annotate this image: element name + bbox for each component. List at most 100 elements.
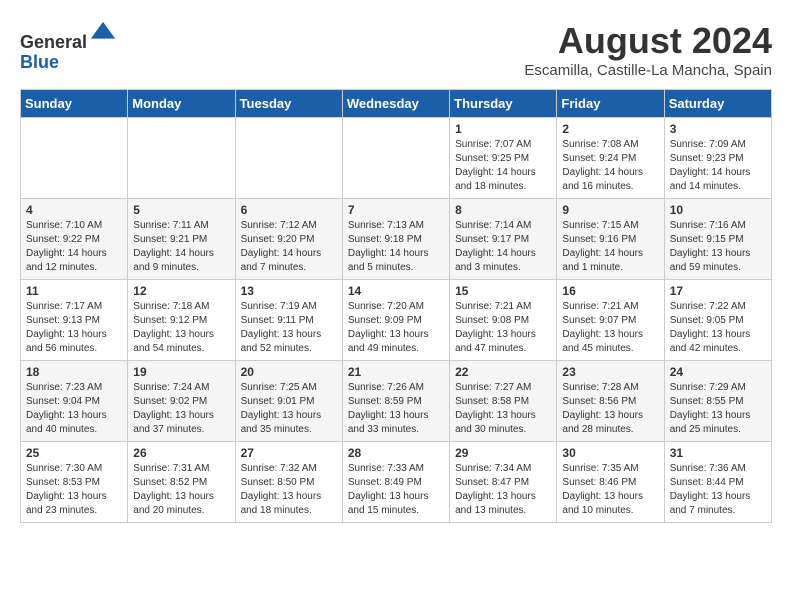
calendar-cell [21,118,128,199]
calendar-cell: 16 Sunrise: 7:21 AM Sunset: 9:07 PM Dayli… [557,280,664,361]
day-number: 30 [562,446,658,460]
weekday-header-row: SundayMondayTuesdayWednesdayThursdayFrid… [21,90,772,118]
calendar-cell: 26 Sunrise: 7:31 AM Sunset: 8:52 PM Dayli… [128,442,235,523]
calendar-cell: 13Sunrise: 7:19 AM Sunset: 9:11 PM Dayli… [235,280,342,361]
calendar-cell [342,118,449,199]
calendar-cell: 21 Sunrise: 7:26 AM Sunset: 8:59 PM Dayli… [342,361,449,442]
day-number: 20 [241,365,337,379]
calendar-cell: 10Sunrise: 7:16 AM Sunset: 9:15 PM Dayli… [664,199,771,280]
calendar-cell: 14 Sunrise: 7:20 AM Sunset: 9:09 PM Dayli… [342,280,449,361]
day-number: 19 [133,365,229,379]
day-info: Sunrise: 7:18 AM Sunset: 9:12 PM Dayligh… [133,300,229,356]
day-info: Sunrise: 7:20 AM Sunset: 9:09 PM Dayligh… [348,300,444,356]
calendar-cell: 31 Sunrise: 7:36 AM Sunset: 8:44 PM Dayli… [664,442,771,523]
day-info: Sunrise: 7:36 AM Sunset: 8:44 PM Dayligh… [670,462,766,518]
day-info: Sunrise: 7:26 AM Sunset: 8:59 PM Dayligh… [348,381,444,437]
day-info: Sunrise: 7:13 AM Sunset: 9:18 PM Dayligh… [348,219,444,275]
day-info: Sunrise: 7:23 AM Sunset: 9:04 PM Dayligh… [26,381,122,437]
day-info: Sunrise: 7:11 AM Sunset: 9:21 PM Dayligh… [133,219,229,275]
weekday-header-friday: Friday [557,90,664,118]
day-info: Sunrise: 7:21 AM Sunset: 9:07 PM Dayligh… [562,300,658,356]
title-area: August 2024 Escamilla, Castille-La Manch… [524,20,772,79]
calendar-cell [235,118,342,199]
weekday-header-wednesday: Wednesday [342,90,449,118]
calendar-cell: 27 Sunrise: 7:32 AM Sunset: 8:50 PM Dayli… [235,442,342,523]
day-info: Sunrise: 7:34 AM Sunset: 8:47 PM Dayligh… [455,462,551,518]
calendar-cell: 22 Sunrise: 7:27 AM Sunset: 8:58 PM Dayli… [450,361,557,442]
weekday-header-sunday: Sunday [21,90,128,118]
day-info: Sunrise: 7:28 AM Sunset: 8:56 PM Dayligh… [562,381,658,437]
day-info: Sunrise: 7:30 AM Sunset: 8:53 PM Dayligh… [26,462,122,518]
day-info: Sunrise: 7:31 AM Sunset: 8:52 PM Dayligh… [133,462,229,518]
calendar-cell: 20 Sunrise: 7:25 AM Sunset: 9:01 PM Dayli… [235,361,342,442]
calendar-cell: 12 Sunrise: 7:18 AM Sunset: 9:12 PM Dayli… [128,280,235,361]
day-info: Sunrise: 7:10 AM Sunset: 9:22 PM Dayligh… [26,219,122,275]
day-number: 10 [670,203,766,217]
day-number: 3 [670,122,766,136]
day-info: Sunrise: 7:32 AM Sunset: 8:50 PM Dayligh… [241,462,337,518]
logo-icon [89,20,117,48]
day-info: Sunrise: 7:14 AM Sunset: 9:17 PM Dayligh… [455,219,551,275]
calendar: SundayMondayTuesdayWednesdayThursdayFrid… [20,89,772,523]
logo-general: General [20,32,87,52]
day-info: Sunrise: 7:25 AM Sunset: 9:01 PM Dayligh… [241,381,337,437]
calendar-cell: 23 Sunrise: 7:28 AM Sunset: 8:56 PM Dayli… [557,361,664,442]
day-number: 25 [26,446,122,460]
calendar-cell: 11 Sunrise: 7:17 AM Sunset: 9:13 PM Dayli… [21,280,128,361]
day-number: 17 [670,284,766,298]
week-row-2: 4 Sunrise: 7:10 AM Sunset: 9:22 PM Daylig… [21,199,772,280]
day-number: 23 [562,365,658,379]
day-number: 5 [133,203,229,217]
calendar-cell: 19 Sunrise: 7:24 AM Sunset: 9:02 PM Dayli… [128,361,235,442]
weekday-header-tuesday: Tuesday [235,90,342,118]
day-number: 21 [348,365,444,379]
day-info: Sunrise: 7:09 AM Sunset: 9:23 PM Dayligh… [670,138,766,194]
day-info: Sunrise: 7:17 AM Sunset: 9:13 PM Dayligh… [26,300,122,356]
day-info: Sunrise: 7:19 AM Sunset: 9:11 PM Dayligh… [241,300,337,356]
day-info: Sunrise: 7:08 AM Sunset: 9:24 PM Dayligh… [562,138,658,194]
header: General Blue August 2024 Escamilla, Cast… [20,20,772,79]
day-info: Sunrise: 7:35 AM Sunset: 8:46 PM Dayligh… [562,462,658,518]
day-number: 16 [562,284,658,298]
day-number: 22 [455,365,551,379]
calendar-cell: 24Sunrise: 7:29 AM Sunset: 8:55 PM Dayli… [664,361,771,442]
day-info: Sunrise: 7:27 AM Sunset: 8:58 PM Dayligh… [455,381,551,437]
day-info: Sunrise: 7:12 AM Sunset: 9:20 PM Dayligh… [241,219,337,275]
day-number: 1 [455,122,551,136]
day-info: Sunrise: 7:24 AM Sunset: 9:02 PM Dayligh… [133,381,229,437]
weekday-header-monday: Monday [128,90,235,118]
day-number: 26 [133,446,229,460]
month-title: August 2024 [524,20,772,62]
calendar-cell: 29 Sunrise: 7:34 AM Sunset: 8:47 PM Dayli… [450,442,557,523]
day-info: Sunrise: 7:22 AM Sunset: 9:05 PM Dayligh… [670,300,766,356]
day-number: 2 [562,122,658,136]
calendar-cell: 2 Sunrise: 7:08 AM Sunset: 9:24 PM Daylig… [557,118,664,199]
day-number: 27 [241,446,337,460]
calendar-cell: 15 Sunrise: 7:21 AM Sunset: 9:08 PM Dayli… [450,280,557,361]
day-number: 12 [133,284,229,298]
day-number: 29 [455,446,551,460]
day-info: Sunrise: 7:21 AM Sunset: 9:08 PM Dayligh… [455,300,551,356]
day-number: 31 [670,446,766,460]
logo: General Blue [20,20,117,73]
day-number: 14 [348,284,444,298]
day-info: Sunrise: 7:07 AM Sunset: 9:25 PM Dayligh… [455,138,551,194]
location-subtitle: Escamilla, Castille-La Mancha, Spain [524,62,772,79]
week-row-4: 18 Sunrise: 7:23 AM Sunset: 9:04 PM Dayli… [21,361,772,442]
logo-blue: Blue [20,52,59,72]
calendar-cell: 4 Sunrise: 7:10 AM Sunset: 9:22 PM Daylig… [21,199,128,280]
calendar-cell: 6Sunrise: 7:12 AM Sunset: 9:20 PM Daylig… [235,199,342,280]
day-number: 11 [26,284,122,298]
calendar-cell: 18 Sunrise: 7:23 AM Sunset: 9:04 PM Dayli… [21,361,128,442]
calendar-cell: 30 Sunrise: 7:35 AM Sunset: 8:46 PM Dayli… [557,442,664,523]
calendar-cell: 28Sunrise: 7:33 AM Sunset: 8:49 PM Dayli… [342,442,449,523]
day-number: 9 [562,203,658,217]
day-number: 18 [26,365,122,379]
day-number: 7 [348,203,444,217]
day-number: 4 [26,203,122,217]
calendar-cell: 7 Sunrise: 7:13 AM Sunset: 9:18 PM Daylig… [342,199,449,280]
calendar-cell: 1 Sunrise: 7:07 AM Sunset: 9:25 PM Daylig… [450,118,557,199]
day-info: Sunrise: 7:33 AM Sunset: 8:49 PM Dayligh… [348,462,444,518]
day-info: Sunrise: 7:15 AM Sunset: 9:16 PM Dayligh… [562,219,658,275]
day-number: 15 [455,284,551,298]
